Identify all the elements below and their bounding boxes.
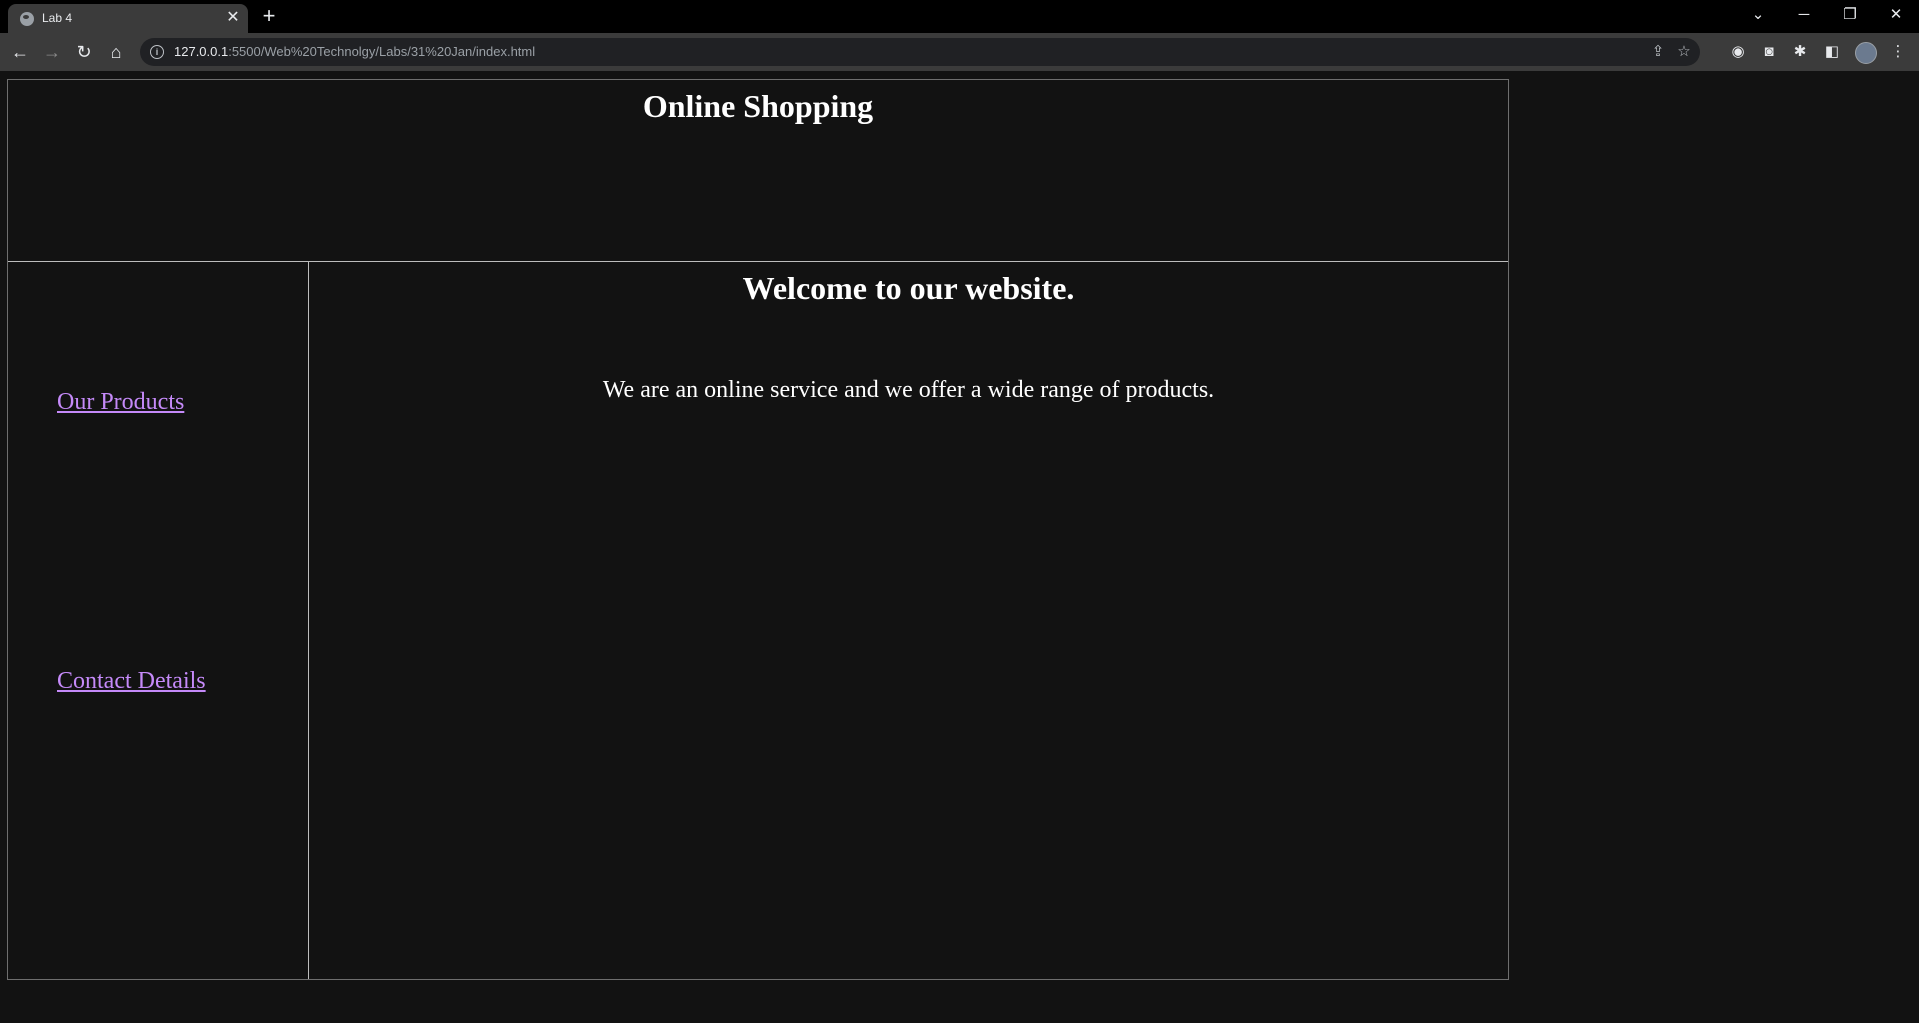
profile-avatar[interactable] [1855, 42, 1877, 64]
menu-kebab-icon[interactable]: ⋮ [1886, 40, 1910, 64]
page-viewport: Online Shopping Our Products Contact Det… [0, 71, 1919, 1023]
side-panel-icon[interactable]: ◧ [1820, 40, 1844, 64]
reload-button[interactable]: ↻ [72, 40, 96, 64]
restore-button[interactable]: ❐ [1830, 2, 1870, 28]
camera-extension-icon[interactable]: ◙ [1757, 40, 1781, 64]
puzzle-extensions-icon[interactable]: ✱ [1788, 40, 1812, 64]
layout-table: Online Shopping Our Products Contact Det… [7, 79, 1509, 980]
page-title: Online Shopping [642, 88, 874, 124]
browser-toolbar: ← → ↻ ⌂ i 127.0.0.1:5500/Web%20Technolgy… [0, 33, 1919, 71]
url-text[interactable]: 127.0.0.1:5500/Web%20Technolgy/Labs/31%2… [174, 44, 535, 59]
tab-search-icon[interactable]: ⌄ [1738, 2, 1778, 28]
header-cell: Online Shopping [8, 80, 1508, 262]
main-cell: Welcome to our website. We are an online… [309, 262, 1508, 979]
tab-close-icon[interactable]: ✕ [224, 9, 242, 27]
new-tab-button[interactable]: + [258, 5, 280, 28]
site-info-icon[interactable]: i [150, 45, 164, 59]
forward-button[interactable]: → [40, 40, 64, 64]
welcome-heading: Welcome to our website. [742, 270, 1075, 306]
lightbulb-extension-icon[interactable]: ◉ [1726, 40, 1750, 64]
back-button[interactable]: ← [8, 40, 32, 64]
our-products-link[interactable]: Our Products [57, 389, 184, 416]
url-path: :5500/Web%20Technolgy/Labs/31%20Jan/inde… [228, 44, 536, 59]
browser-tab[interactable]: Lab 4 ✕ [8, 4, 248, 33]
tab-strip: Lab 4 ✕ + ⌄ ─ ❐ ✕ [0, 0, 1919, 33]
minimize-button[interactable]: ─ [1784, 2, 1824, 28]
contact-details-link[interactable]: Contact Details [57, 668, 206, 695]
globe-icon [20, 12, 34, 26]
close-window-button[interactable]: ✕ [1876, 2, 1916, 28]
share-icon[interactable]: ⇪ [1648, 42, 1668, 62]
url-host: 127.0.0.1 [174, 44, 229, 59]
bookmark-star-icon[interactable]: ☆ [1674, 42, 1694, 62]
tab-title: Lab 4 [42, 11, 73, 25]
intro-text: We are an online service and we offer a … [602, 377, 1215, 403]
sidebar-cell: Our Products Contact Details [8, 262, 309, 979]
address-bar[interactable]: i 127.0.0.1:5500/Web%20Technolgy/Labs/31… [140, 38, 1700, 66]
home-button[interactable]: ⌂ [104, 40, 128, 64]
